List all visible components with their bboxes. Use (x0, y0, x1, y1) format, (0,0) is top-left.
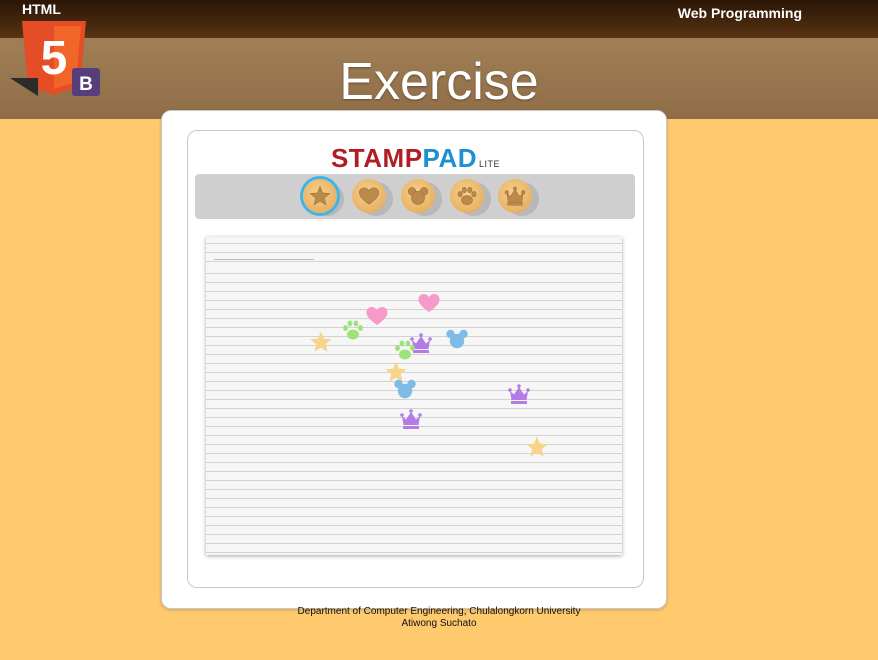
tool-button-paw[interactable] (450, 179, 484, 213)
mouse-icon (394, 379, 416, 399)
tool-button-mouse[interactable] (401, 179, 435, 213)
placed-stamp-crown (398, 407, 424, 431)
placed-stamp-mouse (444, 327, 470, 351)
crown-icon (400, 409, 422, 429)
brand-pad-text: PAD (422, 143, 478, 173)
brand-stamp-text: STAMP (330, 143, 423, 173)
brand-lite-text: LITE (479, 159, 501, 169)
placed-stamp-heart (416, 291, 442, 315)
stamppad-app: STAMPPAD LITE (187, 130, 644, 588)
mouse-head-icon (407, 187, 429, 205)
footer-department: Department of Computer Engineering, Chul… (297, 606, 581, 617)
heart-icon (359, 187, 379, 205)
placed-stamp-mouse (392, 377, 418, 401)
drawing-paper[interactable] (206, 237, 622, 555)
placed-stamp-paw (392, 338, 418, 362)
mouse-icon (446, 329, 468, 349)
placed-stamp-star (308, 330, 334, 354)
star-icon (309, 185, 331, 206)
placed-stamp-heart (364, 304, 390, 328)
app-screenshot-frame: STAMPPAD LITE (161, 110, 667, 609)
placed-stamp-crown (506, 382, 532, 406)
tool-button-crown[interactable] (498, 179, 532, 213)
paw-icon (343, 320, 363, 340)
app-brand: STAMPPAD LITE (188, 143, 643, 174)
logo-html-text: HTML (22, 1, 61, 17)
star-icon (526, 436, 548, 457)
crown-icon (504, 186, 526, 206)
placed-stamp-star (524, 435, 550, 459)
course-title: Web Programming (677, 5, 802, 21)
crown-icon (508, 384, 530, 404)
stamp-toolbar (195, 174, 635, 219)
paw-icon (395, 340, 415, 360)
footer-author: Atiwong Suchato (401, 618, 477, 629)
placed-stamp-paw (340, 318, 366, 342)
tool-button-heart[interactable] (352, 179, 386, 213)
heart-icon (366, 307, 388, 325)
paw-icon (457, 187, 477, 205)
slide-title: Exercise (339, 53, 539, 111)
star-icon (310, 331, 332, 352)
tool-button-star[interactable] (303, 179, 337, 213)
heart-icon (418, 294, 440, 312)
slide-footer: Department of Computer Engineering, Chul… (0, 606, 878, 630)
paper-header-line (214, 259, 314, 260)
